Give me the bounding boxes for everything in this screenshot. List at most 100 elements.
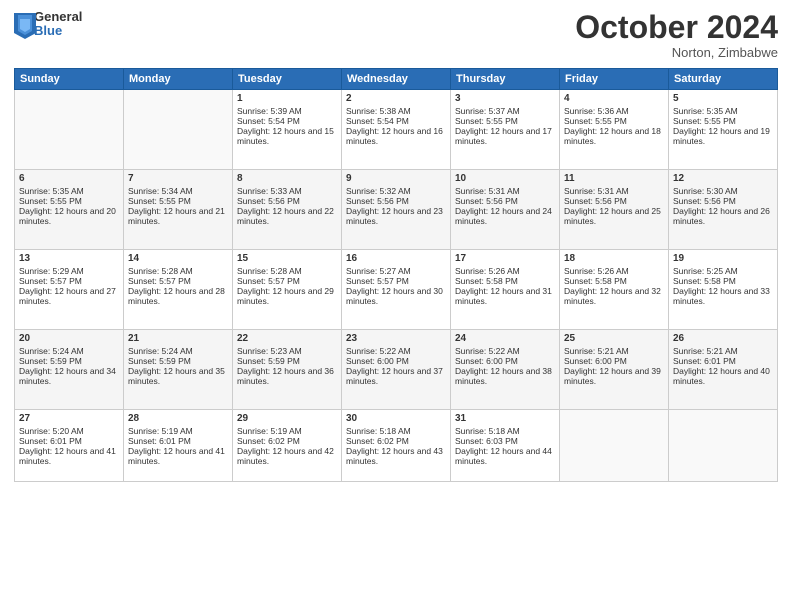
daylight-text: Daylight: 12 hours and 39 minutes. [564, 366, 664, 386]
sunrise-text: Sunrise: 5:32 AM [346, 186, 446, 196]
weekday-header: Sunday [15, 69, 124, 90]
sunset-text: Sunset: 5:56 PM [346, 196, 446, 206]
sunrise-text: Sunrise: 5:19 AM [237, 426, 337, 436]
sunset-text: Sunset: 6:01 PM [128, 436, 228, 446]
sunrise-text: Sunrise: 5:30 AM [673, 186, 773, 196]
sunset-text: Sunset: 5:59 PM [128, 356, 228, 366]
weekday-header: Tuesday [233, 69, 342, 90]
calendar-cell: 30Sunrise: 5:18 AMSunset: 6:02 PMDayligh… [342, 410, 451, 482]
daylight-text: Daylight: 12 hours and 27 minutes. [19, 286, 119, 306]
day-number: 8 [237, 173, 337, 184]
day-number: 16 [346, 253, 446, 264]
sunset-text: Sunset: 5:57 PM [346, 276, 446, 286]
sunrise-text: Sunrise: 5:26 AM [564, 266, 664, 276]
calendar-cell: 29Sunrise: 5:19 AMSunset: 6:02 PMDayligh… [233, 410, 342, 482]
sunrise-text: Sunrise: 5:21 AM [673, 346, 773, 356]
day-number: 14 [128, 253, 228, 264]
sunrise-text: Sunrise: 5:19 AM [128, 426, 228, 436]
calendar-cell [124, 90, 233, 170]
sunrise-text: Sunrise: 5:35 AM [19, 186, 119, 196]
calendar-cell: 20Sunrise: 5:24 AMSunset: 5:59 PMDayligh… [15, 330, 124, 410]
logo-icon [14, 13, 32, 35]
daylight-text: Daylight: 12 hours and 15 minutes. [237, 126, 337, 146]
day-number: 1 [237, 93, 337, 104]
sunset-text: Sunset: 6:02 PM [237, 436, 337, 446]
calendar-cell [560, 410, 669, 482]
sunrise-text: Sunrise: 5:24 AM [128, 346, 228, 356]
day-number: 10 [455, 173, 555, 184]
sunrise-text: Sunrise: 5:18 AM [455, 426, 555, 436]
daylight-text: Daylight: 12 hours and 31 minutes. [455, 286, 555, 306]
weekday-header: Saturday [669, 69, 778, 90]
calendar-cell: 24Sunrise: 5:22 AMSunset: 6:00 PMDayligh… [451, 330, 560, 410]
day-number: 3 [455, 93, 555, 104]
sunrise-text: Sunrise: 5:28 AM [128, 266, 228, 276]
calendar-cell: 28Sunrise: 5:19 AMSunset: 6:01 PMDayligh… [124, 410, 233, 482]
day-number: 28 [128, 413, 228, 424]
sunset-text: Sunset: 5:55 PM [455, 116, 555, 126]
calendar-cell [669, 410, 778, 482]
month-title: October 2024 [575, 10, 778, 45]
calendar-cell: 12Sunrise: 5:30 AMSunset: 5:56 PMDayligh… [669, 170, 778, 250]
day-number: 25 [564, 333, 664, 344]
page: General Blue October 2024 Norton, Zimbab… [0, 0, 792, 612]
day-number: 26 [673, 333, 773, 344]
sunset-text: Sunset: 5:54 PM [346, 116, 446, 126]
logo-text: General Blue [34, 10, 82, 39]
sunrise-text: Sunrise: 5:20 AM [19, 426, 119, 436]
sunset-text: Sunset: 5:54 PM [237, 116, 337, 126]
sunrise-text: Sunrise: 5:34 AM [128, 186, 228, 196]
sunrise-text: Sunrise: 5:22 AM [346, 346, 446, 356]
sunrise-text: Sunrise: 5:26 AM [455, 266, 555, 276]
sunset-text: Sunset: 5:57 PM [19, 276, 119, 286]
daylight-text: Daylight: 12 hours and 25 minutes. [564, 206, 664, 226]
daylight-text: Daylight: 12 hours and 43 minutes. [346, 446, 446, 466]
daylight-text: Daylight: 12 hours and 40 minutes. [673, 366, 773, 386]
weekday-header: Friday [560, 69, 669, 90]
day-number: 7 [128, 173, 228, 184]
sunrise-text: Sunrise: 5:29 AM [19, 266, 119, 276]
daylight-text: Daylight: 12 hours and 44 minutes. [455, 446, 555, 466]
daylight-text: Daylight: 12 hours and 38 minutes. [455, 366, 555, 386]
sunset-text: Sunset: 6:01 PM [19, 436, 119, 446]
calendar-cell: 2Sunrise: 5:38 AMSunset: 5:54 PMDaylight… [342, 90, 451, 170]
sunset-text: Sunset: 5:55 PM [564, 116, 664, 126]
day-number: 11 [564, 173, 664, 184]
day-number: 9 [346, 173, 446, 184]
daylight-text: Daylight: 12 hours and 16 minutes. [346, 126, 446, 146]
calendar-cell: 6Sunrise: 5:35 AMSunset: 5:55 PMDaylight… [15, 170, 124, 250]
calendar-cell: 23Sunrise: 5:22 AMSunset: 6:00 PMDayligh… [342, 330, 451, 410]
day-number: 17 [455, 253, 555, 264]
calendar-cell [15, 90, 124, 170]
header: General Blue October 2024 Norton, Zimbab… [14, 10, 778, 60]
logo-blue-text: Blue [34, 24, 82, 38]
sunrise-text: Sunrise: 5:33 AM [237, 186, 337, 196]
day-number: 15 [237, 253, 337, 264]
daylight-text: Daylight: 12 hours and 20 minutes. [19, 206, 119, 226]
day-number: 30 [346, 413, 446, 424]
sunset-text: Sunset: 5:58 PM [673, 276, 773, 286]
day-number: 12 [673, 173, 773, 184]
daylight-text: Daylight: 12 hours and 22 minutes. [237, 206, 337, 226]
calendar-cell: 18Sunrise: 5:26 AMSunset: 5:58 PMDayligh… [560, 250, 669, 330]
logo-general-text: General [34, 10, 82, 24]
sunrise-text: Sunrise: 5:18 AM [346, 426, 446, 436]
calendar: SundayMondayTuesdayWednesdayThursdayFrid… [14, 68, 778, 482]
daylight-text: Daylight: 12 hours and 32 minutes. [564, 286, 664, 306]
daylight-text: Daylight: 12 hours and 19 minutes. [673, 126, 773, 146]
sunrise-text: Sunrise: 5:35 AM [673, 106, 773, 116]
day-number: 24 [455, 333, 555, 344]
calendar-cell: 21Sunrise: 5:24 AMSunset: 5:59 PMDayligh… [124, 330, 233, 410]
sunrise-text: Sunrise: 5:24 AM [19, 346, 119, 356]
day-number: 19 [673, 253, 773, 264]
calendar-cell: 7Sunrise: 5:34 AMSunset: 5:55 PMDaylight… [124, 170, 233, 250]
sunset-text: Sunset: 5:57 PM [237, 276, 337, 286]
sunrise-text: Sunrise: 5:31 AM [455, 186, 555, 196]
sunset-text: Sunset: 5:55 PM [19, 196, 119, 206]
calendar-cell: 5Sunrise: 5:35 AMSunset: 5:55 PMDaylight… [669, 90, 778, 170]
day-number: 20 [19, 333, 119, 344]
daylight-text: Daylight: 12 hours and 24 minutes. [455, 206, 555, 226]
sunset-text: Sunset: 5:58 PM [564, 276, 664, 286]
sunset-text: Sunset: 6:00 PM [455, 356, 555, 366]
sunrise-text: Sunrise: 5:37 AM [455, 106, 555, 116]
